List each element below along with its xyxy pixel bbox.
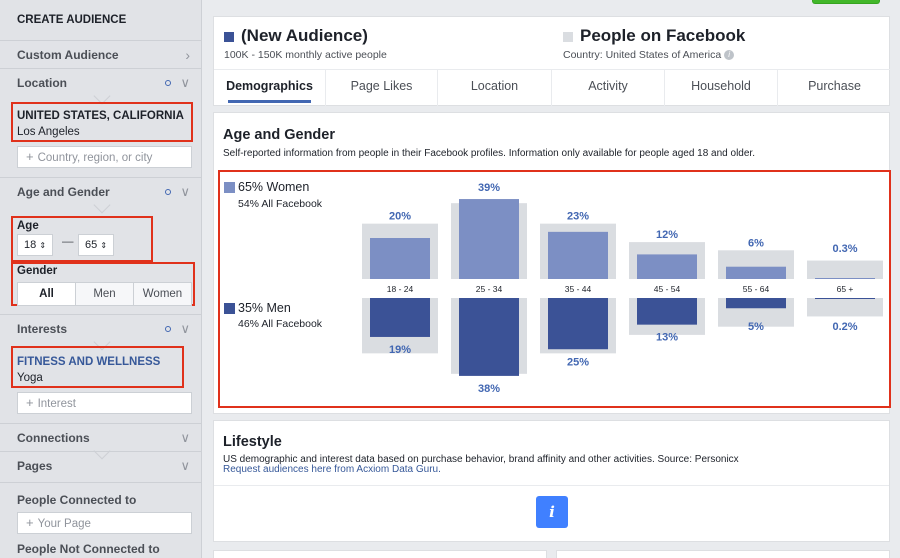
updown-icon: ⇕ <box>100 241 108 250</box>
interest-input[interactable]: + Interest <box>17 392 192 414</box>
age-dash: — <box>62 236 74 248</box>
location-selected-title: UNITED STATES, CALIFORNIA <box>17 110 184 122</box>
gender-toggle: All Men Women <box>17 282 192 306</box>
tab-purchase[interactable]: Purchase <box>778 70 891 107</box>
status-dot-icon <box>165 326 171 332</box>
chevron-right-icon: › <box>185 47 190 63</box>
age-label: Age <box>17 220 39 232</box>
interests-label: Interests <box>17 322 68 336</box>
new-audience-size: 100K - 150K monthly active people <box>224 49 387 61</box>
gender-label: Gender <box>17 265 58 277</box>
women-legend-sub: 54% All Facebook <box>238 198 323 210</box>
info-button-icon[interactable]: i <box>536 496 568 528</box>
audience-header-card: (New Audience) 100K - 150K monthly activ… <box>213 16 891 107</box>
bottom-card-left <box>213 550 547 558</box>
tab-page-likes[interactable]: Page Likes <box>326 70 438 107</box>
chevron-down-icon: ∨ <box>180 184 190 199</box>
interest-selected-title: FITNESS AND WELLNESS <box>17 356 161 368</box>
chevron-down-icon: ∨ <box>180 75 190 90</box>
gender-all-button[interactable]: All <box>18 283 76 305</box>
new-audience-title: (New Audience) <box>241 26 368 45</box>
updown-icon: ⇕ <box>39 241 47 250</box>
divider <box>214 485 889 486</box>
info-icon[interactable]: i <box>724 50 735 60</box>
women-legend-label: 65% Women <box>238 180 310 194</box>
age-gender-label: Age and Gender <box>17 185 110 199</box>
location-label: Location <box>17 76 67 90</box>
location-placeholder: Country, region, or city <box>37 152 153 164</box>
interest-selected-sub: Yoga <box>17 372 43 384</box>
facebook-swatch <box>563 32 573 42</box>
gender-men-button[interactable]: Men <box>76 283 134 305</box>
sidebar-title: CREATE AUDIENCE <box>17 14 127 26</box>
pages-label: Pages <box>17 459 53 473</box>
age-min-value: 18 <box>24 239 37 251</box>
age-max-select[interactable]: 65 ⇕ <box>78 234 114 256</box>
page-input[interactable]: + Your Page <box>17 512 192 534</box>
sidebar: CREATE AUDIENCE Custom Audience › Locati… <box>0 0 202 558</box>
facebook-country: Country: United States of America i <box>563 49 735 61</box>
pages-header[interactable]: Pages ∨ <box>0 451 201 479</box>
men-legend-swatch <box>224 303 235 314</box>
facebook-title: People on Facebook <box>580 26 746 45</box>
age-gender-title: Age and Gender <box>223 127 335 143</box>
custom-audience-header[interactable]: Custom Audience › <box>0 40 201 68</box>
tab-demographics[interactable]: Demographics <box>214 70 326 107</box>
chevron-down-icon: ∨ <box>180 321 190 336</box>
new-audience-swatch <box>224 32 234 42</box>
lifestyle-title: Lifestyle <box>223 434 282 450</box>
interest-placeholder: Interest <box>37 398 76 410</box>
women-legend-swatch <box>224 182 235 193</box>
tab-household[interactable]: Household <box>665 70 778 107</box>
people-connected-label: People Connected to <box>0 482 201 512</box>
custom-audience-label: Custom Audience <box>17 48 119 62</box>
age-gender-description: Self-reported information from people in… <box>223 148 755 159</box>
location-input[interactable]: + Country, region, or city <box>17 146 192 168</box>
age-max-value: 65 <box>85 239 98 251</box>
gender-women-button[interactable]: Women <box>134 283 191 305</box>
tab-location[interactable]: Location <box>438 70 552 107</box>
tab-activity[interactable]: Activity <box>552 70 665 107</box>
facebook-country-text: Country: United States of America <box>563 49 722 61</box>
plus-icon: + <box>26 395 34 410</box>
plus-icon: + <box>26 149 34 164</box>
chevron-down-icon: ∨ <box>180 458 190 473</box>
tab-bar: Demographics Page Likes Location Activit… <box>214 69 891 107</box>
location-selected-sub: Los Angeles <box>17 126 80 138</box>
plus-icon: + <box>26 515 34 530</box>
men-legend-label: 35% Men <box>238 301 291 315</box>
bottom-card-right <box>556 550 890 558</box>
chevron-down-icon: ∨ <box>180 430 190 445</box>
acxiom-link[interactable]: Request audiences here from Acxiom Data … <box>223 464 441 475</box>
connections-label: Connections <box>17 431 90 445</box>
status-dot-icon <box>165 80 171 86</box>
people-not-connected-label: People Not Connected to <box>17 542 160 556</box>
age-min-select[interactable]: 18 ⇕ <box>17 234 53 256</box>
men-legend-sub: 46% All Facebook <box>238 318 323 330</box>
save-button-edge[interactable] <box>812 0 880 4</box>
page-placeholder: Your Page <box>37 518 91 530</box>
status-dot-icon <box>165 189 171 195</box>
